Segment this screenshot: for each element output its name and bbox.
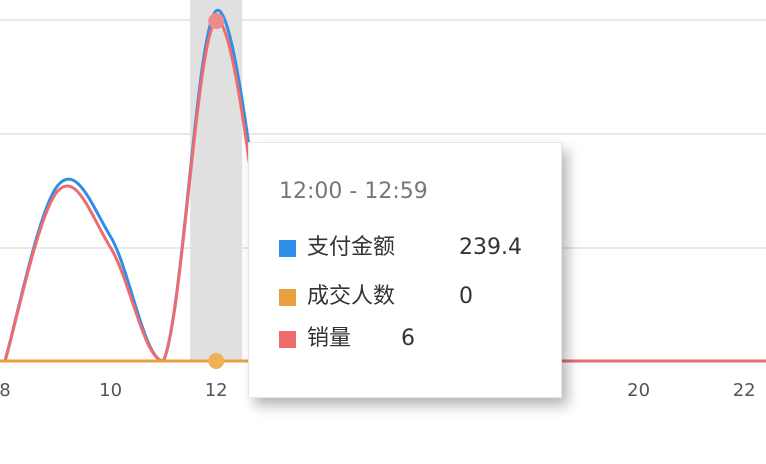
tooltip-name-sales: 销量 <box>307 326 352 351</box>
tooltip-value-buyers: 0 <box>459 284 473 309</box>
tooltip-value-payment: 239.4 <box>459 235 522 260</box>
tooltip-name-buyers: 成交人数 <box>307 284 396 309</box>
buyers-point-12[interactable] <box>208 353 225 369</box>
tooltip: 12:00 - 12:59 支付金额 239.4 成交人数 0 销量 6 <box>248 142 562 398</box>
tooltip-title: 12:00 - 12:59 <box>279 179 428 204</box>
x-tick-label: 12 <box>205 380 228 401</box>
tooltip-value-sales: 6 <box>401 326 415 351</box>
sales-point-12[interactable] <box>208 13 225 29</box>
swatch-sales <box>279 331 296 348</box>
tooltip-name-payment: 支付金额 <box>307 235 396 260</box>
swatch-payment <box>279 240 296 257</box>
swatch-buyers <box>279 289 296 306</box>
x-tick-label: 8 <box>0 380 11 401</box>
x-tick-label: 22 <box>733 380 756 401</box>
x-tick-label: 20 <box>627 380 650 401</box>
x-tick-label: 10 <box>99 380 122 401</box>
